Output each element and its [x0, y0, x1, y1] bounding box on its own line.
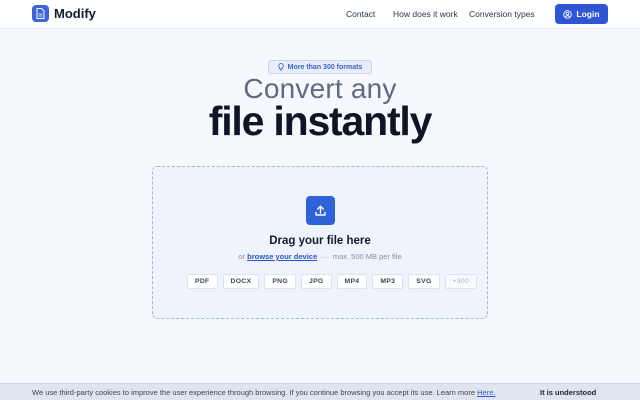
file-dropzone[interactable]: Drag your file here or browse your devic…: [152, 166, 488, 319]
format-chip-mp3: MP3: [372, 274, 404, 289]
cookie-message: We use third-party cookies to improve th…: [32, 388, 495, 397]
cookie-accept-button[interactable]: It is understood: [540, 388, 596, 397]
format-chip-jpg: JPG: [300, 274, 332, 289]
size-limit: max. 500 MB per file: [332, 252, 402, 261]
cookie-learn-more-link[interactable]: Here.: [477, 388, 495, 397]
format-chip-docx: DOCX: [222, 274, 260, 289]
nav-contact-link[interactable]: Contact: [346, 9, 375, 19]
formats-badge: More than 300 formats: [268, 60, 372, 74]
drag-title: Drag your file here: [269, 235, 371, 247]
format-chip-png: PNG: [264, 274, 296, 289]
top-navbar: Modify Contact How does it work Conversi…: [0, 0, 640, 29]
upload-button[interactable]: [306, 196, 335, 225]
user-circle-icon: [563, 9, 573, 19]
format-list: PDF DOCX PNG JPG MP4 MP3 SVG +300: [187, 274, 478, 289]
nav-conversion-types-link[interactable]: Conversion types: [469, 9, 535, 19]
nav-how-it-works-link[interactable]: How does it work: [393, 9, 458, 19]
headline-bold: file instantly: [208, 98, 433, 144]
cookie-text: We use third-party cookies to improve th…: [32, 388, 476, 397]
drag-subtitle: or browse your device — max. 500 MB per …: [153, 252, 487, 261]
brand-name: Modify: [54, 6, 96, 21]
cookie-banner: We use third-party cookies to improve th…: [0, 383, 640, 400]
format-chip-pdf: PDF: [187, 274, 218, 289]
login-label: Login: [576, 9, 600, 19]
browse-device-link[interactable]: browse your device: [247, 252, 317, 261]
format-chip-more: +300: [444, 274, 478, 289]
badge-label: More than 300 formats: [287, 63, 363, 71]
upload-icon: [315, 205, 326, 216]
brand[interactable]: Modify: [32, 5, 96, 22]
lightbulb-icon: [277, 63, 284, 71]
file-logo-icon: [32, 5, 49, 22]
format-chip-svg: SVG: [408, 274, 440, 289]
login-button[interactable]: Login: [555, 4, 608, 24]
drag-prefix: or: [238, 252, 246, 261]
separator: —: [321, 252, 329, 261]
format-chip-mp4: MP4: [336, 274, 368, 289]
